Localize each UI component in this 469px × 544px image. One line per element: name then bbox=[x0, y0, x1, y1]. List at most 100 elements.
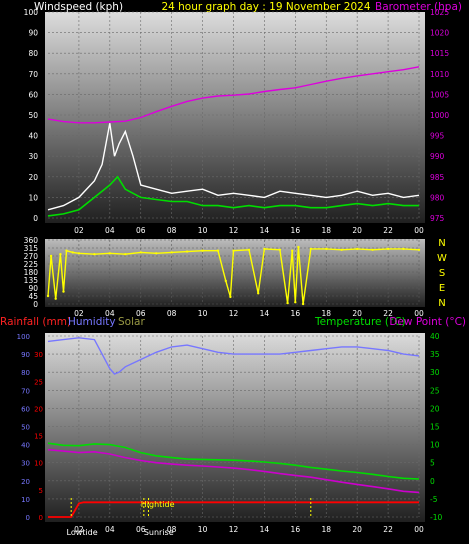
wind-y-tick-label: 60 bbox=[28, 90, 38, 99]
wind-direction-point bbox=[301, 302, 305, 306]
wind-direction-point bbox=[216, 249, 220, 252]
barometer-y-tick-label: 1015 bbox=[430, 49, 449, 58]
rainfall-y-tick-label: 5 bbox=[39, 487, 43, 495]
direction-y-tick-label: 90 bbox=[28, 284, 38, 293]
compass-label: W bbox=[437, 253, 447, 264]
x-tick-label: 04 bbox=[105, 226, 115, 235]
x-tick-label: 20 bbox=[352, 309, 362, 318]
wind-y-tick-label: 50 bbox=[28, 111, 38, 120]
humidity-y-tick-label: 40 bbox=[21, 442, 30, 450]
compass-label: S bbox=[439, 268, 445, 279]
temperature-y-tick-label: -10 bbox=[430, 513, 442, 522]
wind-direction-point bbox=[325, 247, 328, 251]
x-tick-label: 14 bbox=[260, 309, 270, 318]
direction-y-tick-label: 180 bbox=[24, 268, 39, 277]
x-tick-label: 02 bbox=[74, 309, 84, 318]
wind-direction-point bbox=[170, 251, 173, 254]
wind-direction-point bbox=[54, 297, 57, 300]
temperature-y-tick-label: 40 bbox=[430, 332, 440, 341]
wind-direction-point bbox=[124, 253, 127, 256]
x-tick-label: 12 bbox=[229, 309, 239, 318]
x-tick-label: 04 bbox=[105, 525, 115, 534]
barometer-y-tick-label: 1020 bbox=[430, 29, 449, 38]
wind-direction-point bbox=[294, 301, 297, 304]
x-tick-label: 20 bbox=[352, 525, 362, 534]
wind-direction-point bbox=[65, 249, 68, 252]
x-tick-label: 20 bbox=[352, 226, 362, 235]
barometer-y-tick-label: 1000 bbox=[430, 111, 449, 120]
x-tick-label: 16 bbox=[291, 226, 301, 235]
humidity-y-tick-label: 60 bbox=[21, 405, 30, 413]
wind-direction-point bbox=[417, 248, 421, 251]
wind-direction-point bbox=[229, 295, 232, 299]
rainfall-y-tick-label: 30 bbox=[34, 351, 43, 359]
wind-direction-point bbox=[371, 248, 374, 251]
humidity-y-tick-label: 30 bbox=[21, 460, 30, 468]
wind-direction-point bbox=[340, 248, 343, 251]
temperature-y-tick-label: 5 bbox=[430, 459, 435, 468]
wind-direction-point bbox=[185, 250, 189, 253]
temperature-y-tick-label: 15 bbox=[430, 423, 440, 432]
wind-direction-point bbox=[309, 247, 312, 251]
temperature-y-tick-label: 25 bbox=[430, 386, 440, 395]
wind-direction-point bbox=[59, 253, 62, 256]
wind-direction-point bbox=[291, 249, 294, 252]
wind-y-tick-label: 30 bbox=[28, 152, 38, 161]
wind-direction-point bbox=[263, 247, 266, 251]
direction-y-tick-label: 45 bbox=[28, 292, 38, 301]
wind-direction-point bbox=[257, 292, 260, 295]
weather-graph: Windspeed (kph) 24 hour graph day : 19 N… bbox=[0, 1, 466, 537]
direction-y-tick-label: 135 bbox=[24, 276, 39, 285]
wind-direction-point bbox=[201, 249, 204, 252]
x-tick-label: 08 bbox=[167, 226, 177, 235]
x-tick-label: 16 bbox=[291, 309, 301, 318]
sunrise-label: Sunrise bbox=[144, 528, 174, 537]
humidity-y-tick-label: 100 bbox=[17, 333, 30, 341]
barometer-y-tick-label: 990 bbox=[430, 152, 445, 161]
wind-y-tick-label: 40 bbox=[28, 132, 38, 141]
temperature-y-tick-label: 0 bbox=[430, 477, 435, 486]
wind-direction-point bbox=[108, 252, 112, 255]
wind-y-tick-label: 70 bbox=[28, 70, 38, 79]
rainfall-y-tick-label: 25 bbox=[34, 378, 43, 386]
x-tick-label: 08 bbox=[167, 309, 177, 318]
wind-direction-point bbox=[77, 252, 81, 255]
barometer-y-tick-label: 980 bbox=[430, 193, 445, 202]
x-tick-label: 14 bbox=[260, 525, 270, 534]
x-tick-label: 22 bbox=[383, 309, 393, 318]
humidity-y-tick-label: 90 bbox=[21, 351, 30, 359]
humidity-y-tick-label: 10 bbox=[21, 496, 30, 504]
barometer-y-tick-label: 1025 bbox=[430, 8, 449, 17]
wind-direction-point bbox=[232, 249, 235, 252]
direction-y-tick-label: 225 bbox=[24, 260, 39, 269]
x-tick-label: 18 bbox=[321, 226, 331, 235]
wind-y-tick-label: 90 bbox=[28, 29, 38, 38]
wind-axis-title: Windspeed (kph) bbox=[34, 1, 123, 13]
temperature-panel-background bbox=[45, 333, 425, 522]
barometer-y-tick-label: 1010 bbox=[430, 70, 449, 79]
x-tick-label: 22 bbox=[383, 525, 393, 534]
barometer-y-tick-label: 1005 bbox=[430, 90, 449, 99]
temperature-y-tick-label: -5 bbox=[430, 495, 438, 504]
rainfall-y-tick-label: 20 bbox=[34, 405, 43, 413]
wind-direction-point bbox=[139, 251, 142, 254]
compass-label: E bbox=[439, 283, 445, 294]
x-tick-label: 14 bbox=[260, 226, 270, 235]
wind-direction-point bbox=[286, 301, 289, 305]
direction-y-tick-label: 270 bbox=[24, 252, 39, 261]
x-tick-label: 16 bbox=[291, 525, 301, 534]
barometer-y-tick-label: 975 bbox=[430, 214, 445, 223]
wind-direction-point bbox=[62, 290, 65, 293]
humidity-y-tick-label: 0 bbox=[26, 514, 30, 522]
direction-y-tick-label: 315 bbox=[24, 244, 39, 253]
wind-direction-point bbox=[224, 279, 227, 283]
x-tick-label: 10 bbox=[198, 226, 208, 235]
x-tick-label: 04 bbox=[105, 309, 115, 318]
wind-direction-point bbox=[402, 247, 405, 251]
wind-direction-point bbox=[71, 251, 74, 254]
x-tick-label: 06 bbox=[136, 226, 146, 235]
dew-point-legend: Dew Point (°C) bbox=[389, 316, 466, 328]
humidity-y-tick-label: 80 bbox=[21, 369, 30, 377]
wind-direction-point bbox=[356, 247, 359, 251]
wind-direction-point bbox=[46, 294, 50, 298]
